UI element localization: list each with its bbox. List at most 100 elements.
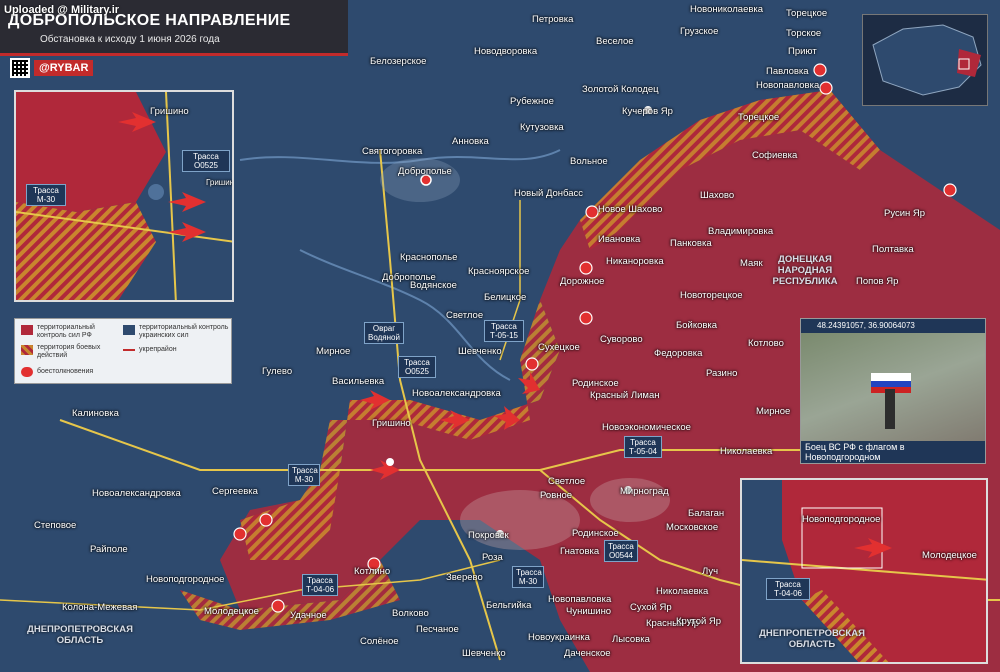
settlement-label: Котлово [748,338,784,349]
settlement-label: Ивановка [598,234,641,245]
brand-bar: @RYBAR [10,58,94,78]
settlement-label: Сухой Яр [630,602,672,613]
clash-marker [579,261,593,275]
inset2-label-molodetskoe: Молодецкое [922,550,977,561]
legend-contested: территория боевых действий [37,344,101,359]
clash-marker [525,357,539,371]
legend-swatch-ua [123,325,135,335]
settlement-label: Торское [786,28,822,39]
road-label-t0515: Трасса Т-05-15 [484,320,524,342]
road-label-o0544: Трасса О0544 [604,540,638,562]
settlement-label: Веселое [596,36,634,47]
settlement-label: Новоторецкое [680,290,743,301]
road-label-m30-south: Трасса М-30 [512,566,544,588]
settlement-label: Шахово [700,190,735,201]
settlement-label: Шевченко [462,648,506,659]
settlement-label: Маяк [740,258,763,269]
settlement-label: Торецкое [738,112,780,123]
settlement-label: Родинское [572,378,619,389]
settlement-label: Краснополье [400,252,458,263]
clash-marker [271,599,285,613]
legend-ru: территориальный контроль сил РФ [37,324,95,339]
settlement-label: Родинское [572,528,619,539]
region-label-dnepr: ДНЕПРОПЕТРОВСКАЯ ОБЛАСТЬ [27,624,133,646]
settlement-label: Золотой Колодец [582,84,659,95]
settlement-label: Федоровка [654,348,703,359]
settlement-label: Калиновка [72,408,119,419]
settlement-label: Дорожное [560,276,605,287]
photo-card[interactable]: 48.24391057, 36.90064073 Боец ВС РФ с фл… [800,318,986,464]
settlement-label: Торецкое [786,8,828,19]
settlement-label: Волково [392,608,429,619]
urban-area-mirnograd [590,478,670,522]
settlement-label: Зверево [446,572,483,583]
settlement-label: Новоподгородное [146,574,225,585]
settlement-label: Рубежное [510,96,554,107]
terrain-label-ovrag: Овраг Водяной [364,322,404,344]
settlement-label: Красноярское [468,266,530,277]
settlement-label: Светлое [446,310,484,321]
settlement-label: Шевченко [458,346,502,357]
road-label-t0504: Трасса Т-05-04 [624,436,662,458]
clash-marker [585,205,599,219]
clash-marker [813,63,827,77]
map-legend: территориальный контроль сил РФ территор… [14,318,232,384]
settlement-label: Балаган [688,508,725,519]
photo-coordinates: 48.24391057, 36.90064073 [801,319,985,333]
settlement-label: Новониколаевка [690,4,764,15]
photo-caption: Боец ВС РФ с флагом в Новоподгородном [801,441,985,463]
settlement-label: Красный Лиман [590,390,660,401]
settlement-label: Светлое [548,476,586,487]
settlement-label: Сухецкое [538,342,580,353]
settlement-label: Песчаное [416,624,459,635]
settlement-label: Белицкое [484,292,527,303]
settlement-label: Полтавка [872,244,914,255]
settlement-label: Разино [706,368,738,379]
urban-area-dobropolye [380,158,460,202]
settlement-label: Бельгийка [486,600,532,611]
settlement-label: Николаевка [656,586,709,597]
inset-map-novopodgorodnoe: Новоподгородное Молодецкое Трасса Т-04-0… [740,478,988,664]
settlement-label: Луч [702,566,719,577]
legend-swatch-contested [21,345,33,355]
settlement-label: Панковка [670,238,712,249]
inset1-road-o0525: Трасса О0525 [182,150,230,172]
settlement-label: Вольное [570,156,608,167]
settlement-label: Доброполье [398,166,452,177]
settlement-label: Райполе [90,544,128,555]
road-label-m30-west: Трасса М-30 [288,464,320,486]
settlement-label: Новоалександровка [92,488,181,499]
settlement-label: Колона-Межевая [62,602,138,613]
settlement-label: Святогоровка [362,146,423,157]
settlement-label: Новоэкономическое [602,422,691,433]
settlement-label: Павловка [766,66,809,77]
legend-clashes: боестолкновения [37,368,94,375]
settlement-label: Владимировка [708,226,774,237]
inset2-region-dnepr: ДНЕПРОПЕТРОВСКАЯ ОБЛАСТЬ [759,628,865,650]
legend-swatch-ru [21,325,33,335]
settlement-label: Новодворовка [474,46,538,57]
clash-marker [819,81,833,95]
clash-marker [233,527,247,541]
settlement-label: Крутой Яр [676,616,722,627]
inset1-label-grishino: Гришино [150,106,189,117]
settlement-label: Приют [788,46,817,57]
clash-marker [943,183,957,197]
settlement-label: Водянское [410,280,457,291]
settlement-label: Солёное [360,636,399,647]
settlement-label: Лысовка [612,634,650,645]
settlement-label: Софиевка [752,150,798,161]
settlement-label: Николаевка [720,446,773,457]
settlement-label: Белозерское [370,56,427,67]
settlement-label: Мирное [756,406,791,417]
settlement-label: Ровное [540,490,573,501]
clash-marker [579,311,593,325]
settlement-label: Кучеров Яр [622,106,673,117]
settlement-label: Сергеевка [212,486,258,497]
inset2-label-novopodgorodnoe: Новоподгородное [802,514,881,525]
settlement-label: Новый Донбасс [514,188,584,199]
settlement-label: Гнатовка [560,546,600,557]
settlement-label: Русин Яр [884,208,926,219]
settlement-label: Кутузовка [520,122,564,133]
settlement-label: Московское [666,522,719,533]
